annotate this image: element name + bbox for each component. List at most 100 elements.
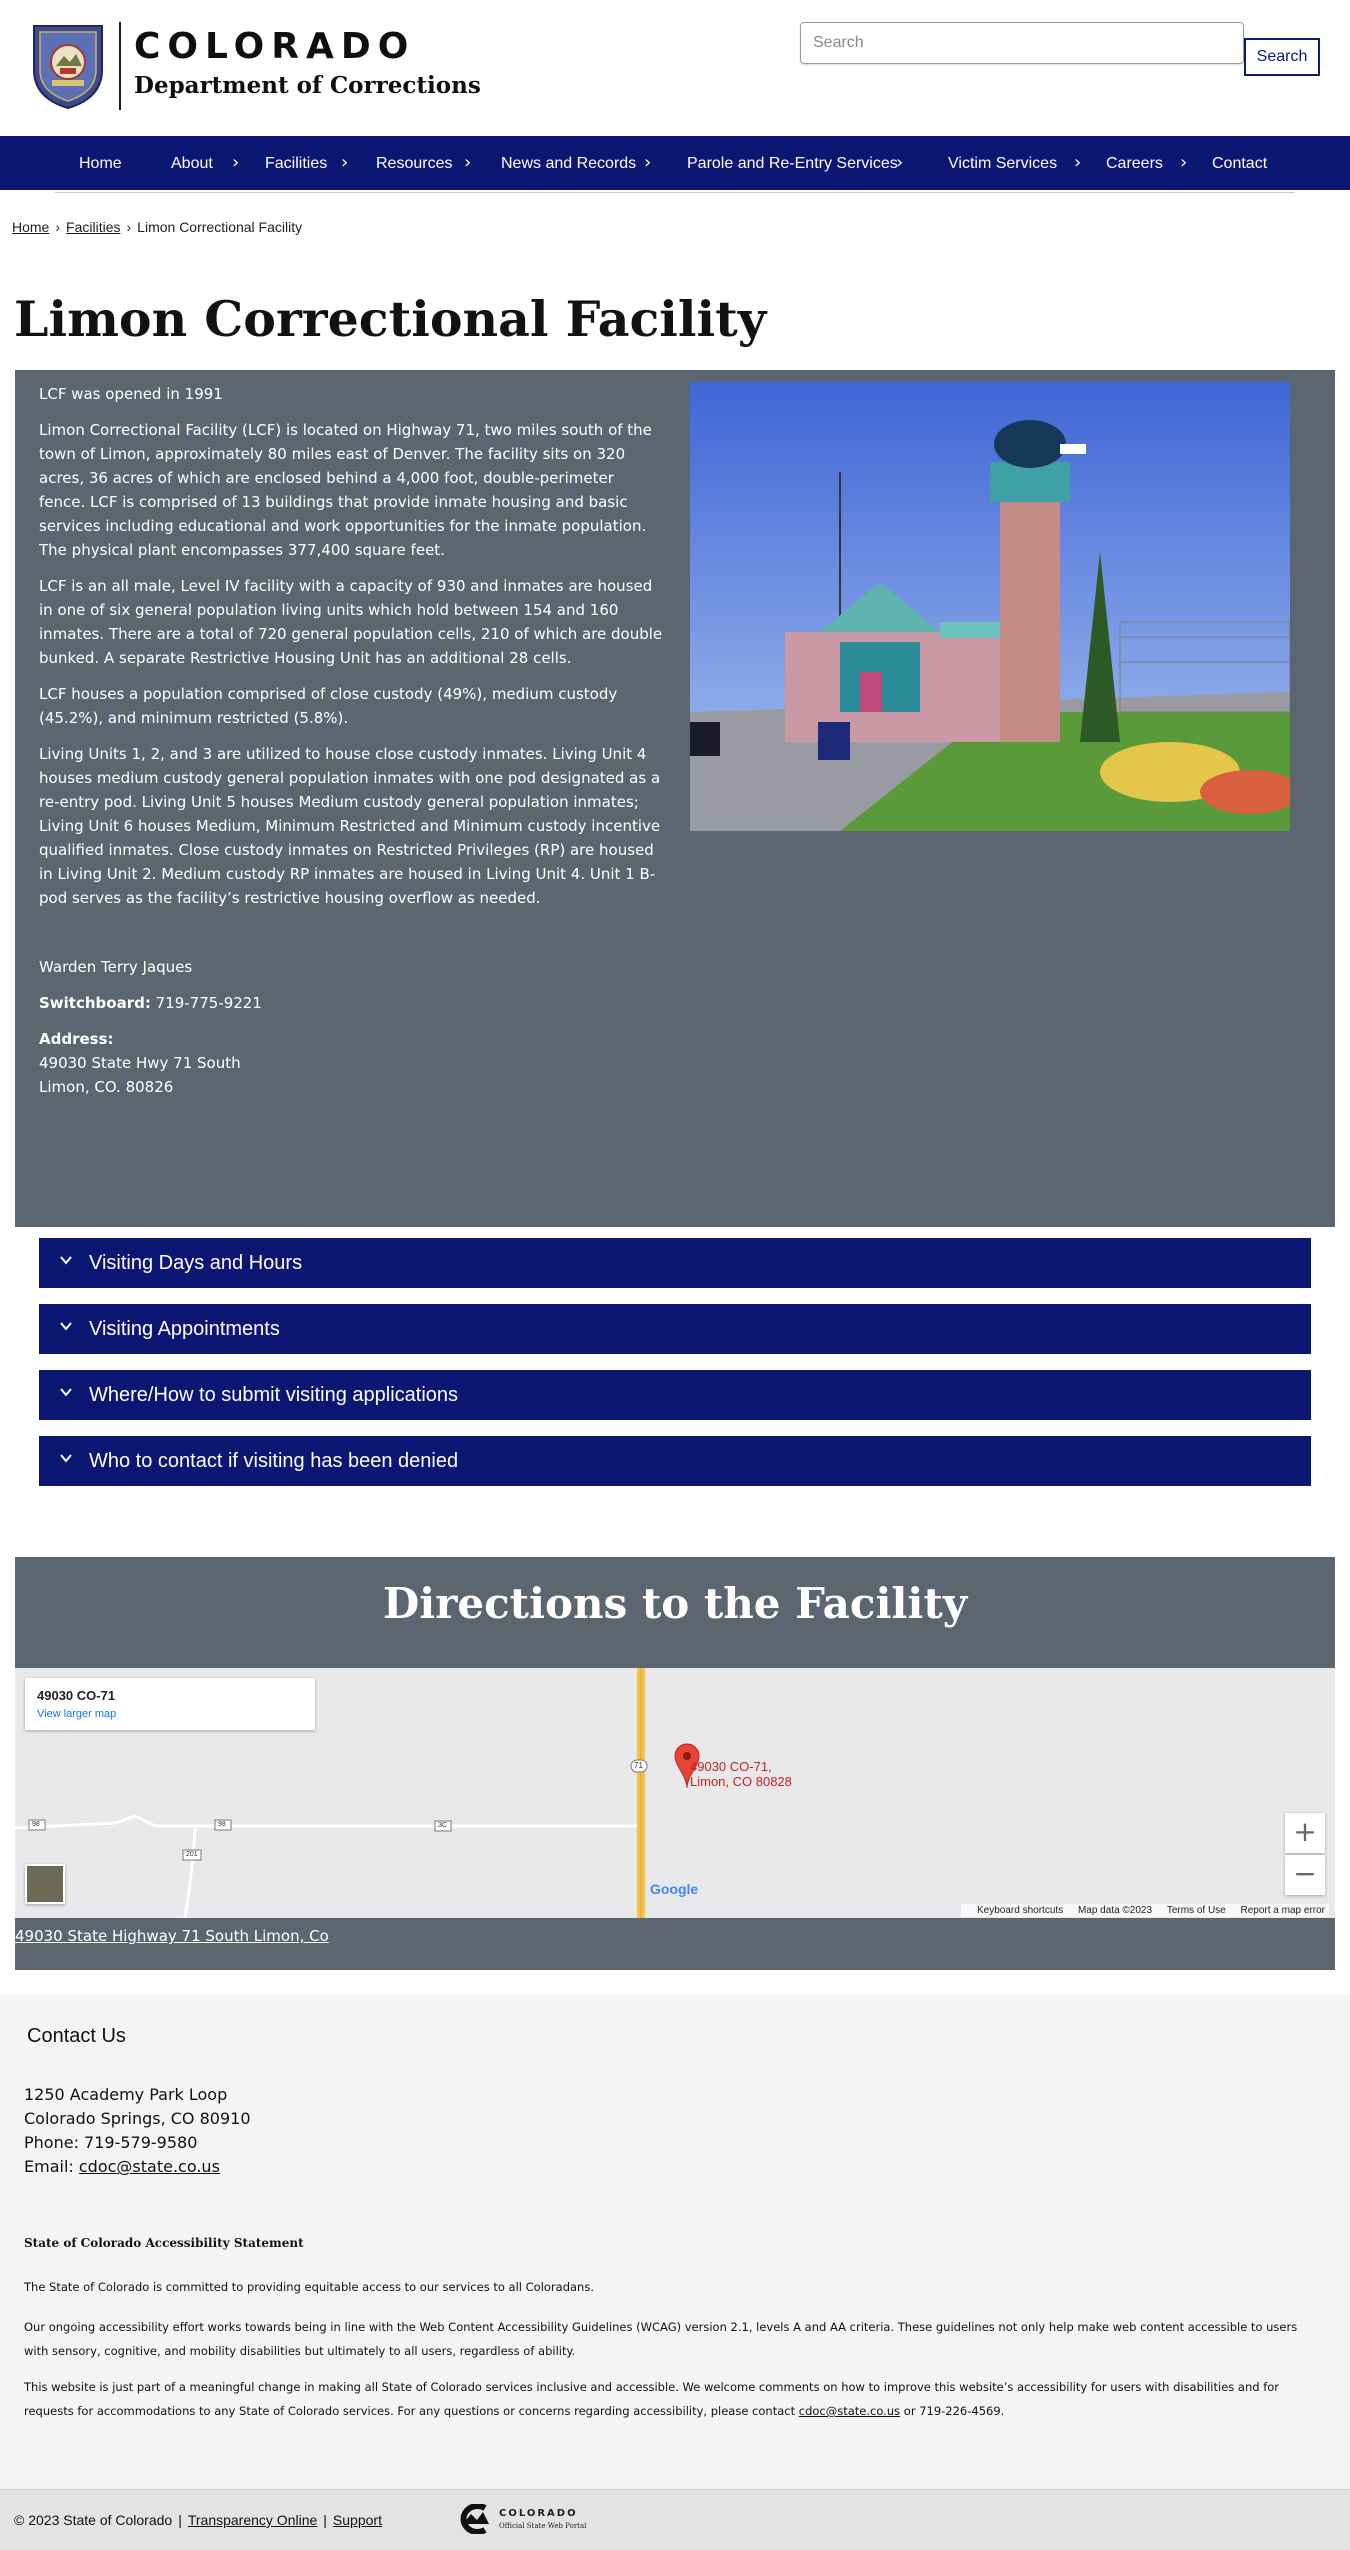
accessibility-paragraph: The State of Colorado is committed to pr…: [24, 2280, 594, 2294]
satellite-toggle[interactable]: [25, 1864, 65, 1904]
portal-subtitle: Official State Web Portal: [499, 2522, 587, 2530]
map-card-address: 49030 CO-71: [37, 1688, 116, 1703]
accessibility-email-link[interactable]: cdoc@state.co.us: [799, 2404, 900, 2418]
nav-item-facilities[interactable]: Facilities: [265, 136, 327, 192]
terms-of-use-link[interactable]: Terms of Use: [1167, 1905, 1226, 1916]
road-label: 3C: [438, 1822, 447, 1829]
brand-divider: [119, 22, 121, 110]
footer-email-label: Email:: [24, 2157, 79, 2176]
breadcrumb-home[interactable]: Home: [12, 219, 49, 235]
facility-address: Address: 49030 State Hwy 71 South Limon,…: [39, 1027, 639, 1099]
accordion-visiting-denied[interactable]: Who to contact if visiting has been deni…: [39, 1436, 1311, 1486]
accessibility-text: This website is just part of a meaningfu…: [24, 2380, 1280, 2418]
info-paragraph: Living Units 1, 2, and 3 are utilized to…: [39, 745, 661, 907]
brand-title[interactable]: COLORADO: [134, 26, 415, 67]
facility-photo-image: [690, 382, 1290, 831]
accessibility-text: or 719-226-4569.: [900, 2404, 1005, 2418]
accordion-visiting-applications[interactable]: Where/How to submit visiting application…: [39, 1370, 1311, 1420]
accordion-label: Who to contact if visiting has been deni…: [89, 1450, 459, 1472]
breadcrumb: Home › Facilities › Limon Correctional Facil…: [12, 219, 302, 235]
chevron-down-icon: [60, 1256, 72, 1265]
info-paragraph: LCF houses a population comprised of clo…: [39, 685, 618, 727]
map-pin-line-1: 49030 CO-71,: [690, 1759, 772, 1774]
address-line-1: 49030 State Hwy 71 South: [39, 1054, 241, 1072]
footer-contact: Contact Us 1250 Academy Park Loop Colora…: [0, 1995, 1350, 2489]
view-larger-map-link[interactable]: View larger map: [37, 1708, 116, 1720]
map-pin-label[interactable]: 49030 CO-71, Limon, CO 80828: [690, 1759, 792, 1789]
switchboard-number: 719-775-9221: [150, 994, 262, 1012]
colorado-c-icon: [460, 2504, 489, 2534]
info-paragraph: LCF is an all male, Level IV facility wi…: [39, 577, 663, 667]
nav-item-parole-reentry[interactable]: Parole and Re-Entry Services: [687, 136, 898, 192]
breadcrumb-facilities[interactable]: Facilities: [66, 219, 120, 235]
accordion-label: Visiting Days and Hours: [89, 1252, 303, 1274]
info-paragraph: LCF was opened in 1991: [39, 385, 223, 403]
separator: |: [178, 2512, 182, 2528]
support-link[interactable]: Support: [333, 2512, 382, 2528]
map-pin-line-2: Limon, CO 80828: [690, 1774, 792, 1789]
chevron-down-icon: [60, 1322, 72, 1331]
chevron-right-icon[interactable]: ›: [464, 136, 471, 192]
nav-item-home[interactable]: Home: [79, 136, 122, 192]
breadcrumb-separator: ›: [55, 219, 61, 235]
zoom-in-button[interactable]: +: [1285, 1813, 1325, 1853]
transparency-online-link[interactable]: Transparency Online: [188, 2512, 317, 2528]
keyboard-shortcuts-link[interactable]: Keyboard shortcuts: [977, 1905, 1063, 1916]
embedded-map[interactable]: 71 98 98 3C 201 49030 CO-71 View larger …: [15, 1668, 1335, 1918]
footer-address-line-2: Colorado Springs, CO 80910: [24, 2109, 251, 2128]
switchboard: Switchboard: 719-775-9221: [39, 991, 639, 1015]
nav-divider: [55, 192, 1295, 193]
nav-item-contact[interactable]: Contact: [1212, 136, 1267, 192]
accessibility-paragraph: This website is just part of a meaningfu…: [24, 2375, 1314, 2423]
colorado-portal-logo[interactable]: COLORADO Official State Web Portal: [455, 2502, 595, 2538]
chevron-right-icon[interactable]: ›: [644, 136, 651, 192]
facility-info-panel: LCF was opened in 1991 Limon Correctiona…: [15, 370, 1335, 1227]
road-label: 201: [186, 1851, 198, 1858]
breadcrumb-current: Limon Correctional Facility: [137, 219, 303, 235]
facility-photo: [690, 382, 1290, 831]
switchboard-label: Switchboard:: [39, 994, 151, 1012]
chevron-down-icon: [60, 1454, 72, 1463]
chevron-right-icon[interactable]: ›: [1074, 136, 1081, 192]
breadcrumb-separator: ›: [126, 219, 132, 235]
directions-address-link[interactable]: 49030 State Highway 71 South Limon, Co: [15, 1927, 329, 1945]
accessibility-heading: State of Colorado Accessibility Statemen…: [24, 2236, 304, 2250]
nav-item-resources[interactable]: Resources: [376, 136, 452, 192]
accordion-label: Where/How to submit visiting application…: [89, 1384, 459, 1406]
page-title: Limon Correctional Facility: [14, 290, 767, 348]
chevron-right-icon[interactable]: ›: [341, 136, 348, 192]
accordion-label: Visiting Appointments: [89, 1318, 280, 1340]
map-footer: Keyboard shortcuts Map data ©2023 Terms …: [961, 1904, 1329, 1917]
accordion-visiting-days[interactable]: Visiting Days and Hours: [39, 1238, 1311, 1288]
search-button[interactable]: Search: [1244, 38, 1320, 76]
directions-section: Directions to the Facility 71 98 98 3C 2…: [15, 1557, 1335, 1970]
nav-item-news-records[interactable]: News and Records: [501, 136, 636, 192]
colorado-seal-icon[interactable]: [30, 22, 106, 110]
site-header: COLORADO Department of Corrections Searc…: [0, 0, 1350, 136]
footer-email-link[interactable]: cdoc@state.co.us: [79, 2157, 220, 2176]
chevron-right-icon[interactable]: ›: [1180, 136, 1187, 192]
warden-name: Warden Terry Jaques: [39, 958, 193, 976]
separator: |: [323, 2512, 327, 2528]
zoom-out-button[interactable]: −: [1285, 1855, 1325, 1895]
google-logo-text: Google: [650, 1881, 699, 1897]
chevron-down-icon: [60, 1388, 72, 1397]
bottom-bar: © 2023 State of Colorado | Transparency On…: [0, 2489, 1350, 2550]
nav-item-about[interactable]: About: [171, 136, 213, 192]
brand-subtitle[interactable]: Department of Corrections: [134, 72, 481, 99]
nav-item-victim-services[interactable]: Victim Services: [948, 136, 1057, 192]
chevron-right-icon[interactable]: ›: [232, 136, 239, 192]
facility-contact: Warden Terry Jaques Switchboard: 719-775…: [39, 955, 639, 1099]
accordion-visiting-appointments[interactable]: Visiting Appointments: [39, 1304, 1311, 1354]
search-input[interactable]: [800, 22, 1244, 64]
nav-item-careers[interactable]: Careers: [1106, 136, 1163, 192]
chevron-right-icon[interactable]: ›: [896, 136, 903, 192]
info-paragraph: Limon Correctional Facility (LCF) is loc…: [39, 421, 652, 559]
copyright: © 2023 State of Colorado | Transparency On…: [14, 2512, 382, 2528]
report-map-error-link[interactable]: Report a map error: [1241, 1905, 1325, 1916]
contact-us-heading: Contact Us: [27, 2025, 126, 2047]
map-data: Map data ©2023: [1077, 1905, 1153, 1916]
map-place-card: 49030 CO-71 View larger map: [25, 1678, 315, 1730]
footer-email: Email: cdoc@state.co.us: [24, 2155, 251, 2179]
portal-title: COLORADO: [499, 2508, 578, 2519]
